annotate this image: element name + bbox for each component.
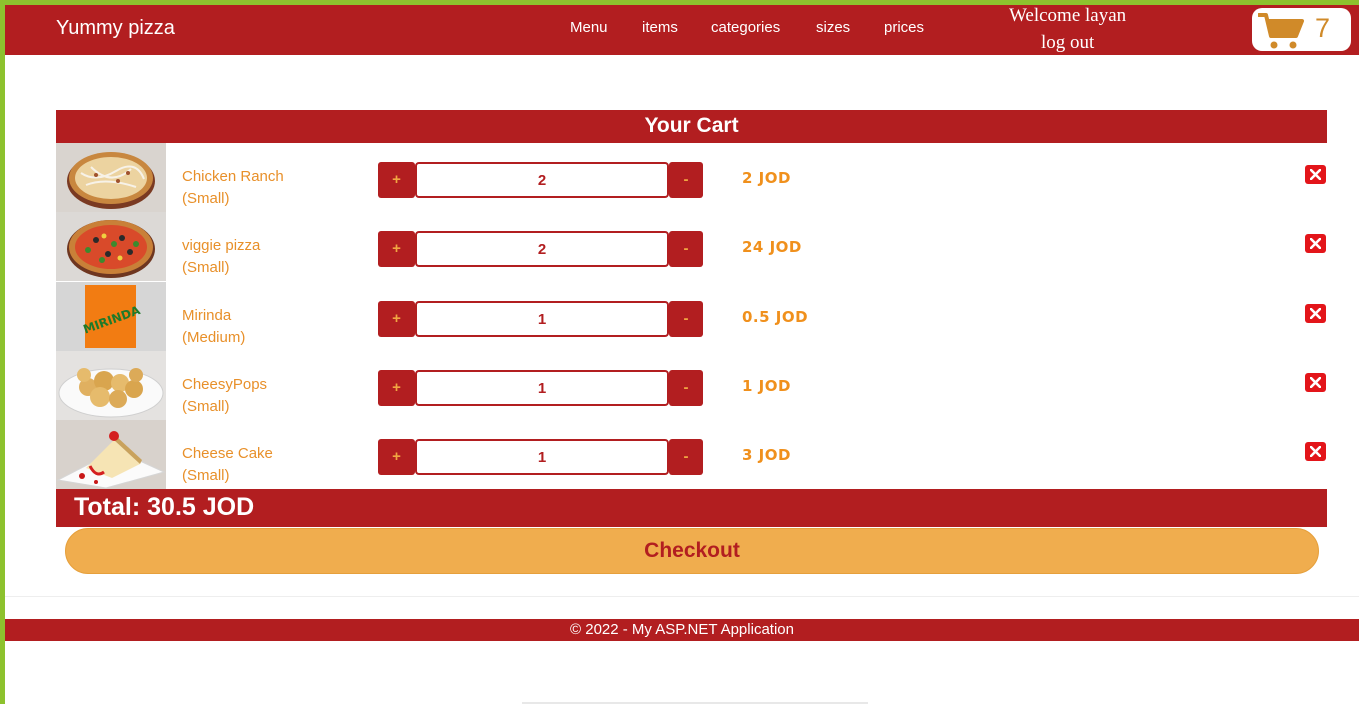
increase-qty-button[interactable]: + (378, 439, 415, 475)
item-name: Chicken Ranch (182, 168, 284, 185)
nav-link-menu[interactable]: Menu (570, 19, 608, 36)
item-size: (Small) (182, 398, 230, 415)
checkout-label: Checkout (644, 539, 740, 562)
item-name: Mirinda (182, 307, 232, 324)
cart-row: viggie pizza (Small) + - 24 JOD (56, 212, 1327, 281)
decrease-qty-button[interactable]: - (669, 370, 703, 406)
increase-qty-button[interactable]: + (378, 301, 415, 337)
cart-row: CheesyPops (Small) + - 1 JOD (56, 351, 1327, 420)
cart-count: 7 (1315, 13, 1331, 43)
total-bar: Total: 30.5 JOD (56, 489, 1327, 527)
item-price: 1 JOD (742, 377, 791, 395)
window-frame-left (0, 0, 5, 704)
nav-link-items[interactable]: items (642, 19, 678, 36)
cart-icon (1258, 13, 1304, 49)
cart-row: MIRINDA Mirinda (Medium) + - 0.5 JOD (56, 282, 1327, 351)
navbar: Yummy pizza Menu items categories sizes … (5, 5, 1359, 55)
quantity-input[interactable] (415, 370, 669, 406)
increase-qty-button[interactable]: + (378, 162, 415, 198)
item-name: CheesyPops (182, 376, 268, 393)
cart-total: Total: 30.5 JOD (74, 493, 255, 521)
cheese-cake-image (56, 420, 166, 489)
quantity-input[interactable] (415, 231, 669, 267)
logout-link[interactable]: log out (1041, 32, 1094, 54)
quantity-input[interactable] (415, 162, 669, 198)
item-price: 0.5 JOD (742, 308, 809, 326)
nav-link-sizes[interactable]: sizes (816, 19, 850, 36)
cheesy-pops-image (56, 351, 166, 420)
mirinda-can-image: MIRINDA (56, 282, 166, 351)
remove-item-button[interactable] (1305, 304, 1326, 323)
decrease-qty-button[interactable]: - (669, 439, 703, 475)
item-name: Cheese Cake (182, 445, 273, 462)
quantity-input[interactable] (415, 301, 669, 337)
close-icon (1310, 377, 1321, 388)
footer-copyright: © 2022 - My ASP.NET Application (570, 621, 794, 638)
cart-button[interactable]: 7 (1252, 8, 1351, 51)
decrease-qty-button[interactable]: - (669, 231, 703, 267)
remove-item-button[interactable] (1305, 234, 1326, 253)
increase-qty-button[interactable]: + (378, 370, 415, 406)
brand-logo[interactable]: Yummy pizza (56, 17, 175, 40)
item-name: viggie pizza (182, 237, 261, 254)
remove-item-button[interactable] (1305, 165, 1326, 184)
increase-qty-button[interactable]: + (378, 231, 415, 267)
item-size: (Small) (182, 259, 230, 276)
remove-item-button[interactable] (1305, 373, 1326, 392)
divider (5, 596, 1359, 597)
decrease-qty-button[interactable]: - (669, 301, 703, 337)
cart-row: Chicken Ranch (Small) + - 2 JOD (56, 143, 1327, 212)
quantity-input[interactable] (415, 439, 669, 475)
close-icon (1310, 169, 1321, 180)
footer: © 2022 - My ASP.NET Application (5, 619, 1359, 641)
nav-link-categories[interactable]: categories (711, 19, 780, 36)
nav-link-prices[interactable]: prices (884, 19, 924, 36)
decrease-qty-button[interactable]: - (669, 162, 703, 198)
close-icon (1310, 446, 1321, 457)
welcome-text: Welcome layan (1009, 5, 1127, 26)
close-icon (1310, 308, 1321, 319)
veggie-pizza-image (56, 212, 166, 281)
remove-item-button[interactable] (1305, 442, 1326, 461)
item-price: 24 JOD (742, 238, 802, 256)
item-size: (Medium) (182, 329, 246, 346)
chicken-ranch-pizza-image (56, 143, 166, 212)
item-size: (Small) (182, 467, 230, 484)
close-icon (1310, 238, 1321, 249)
cart-title: Your Cart (644, 114, 739, 137)
cart-header: Your Cart (56, 110, 1327, 143)
item-price: 3 JOD (742, 446, 791, 464)
item-size: (Small) (182, 190, 230, 207)
item-price: 2 JOD (742, 169, 791, 187)
checkout-button[interactable]: Checkout (65, 528, 1319, 574)
cart-row: Cheese Cake (Small) + - 3 JOD (56, 420, 1327, 489)
